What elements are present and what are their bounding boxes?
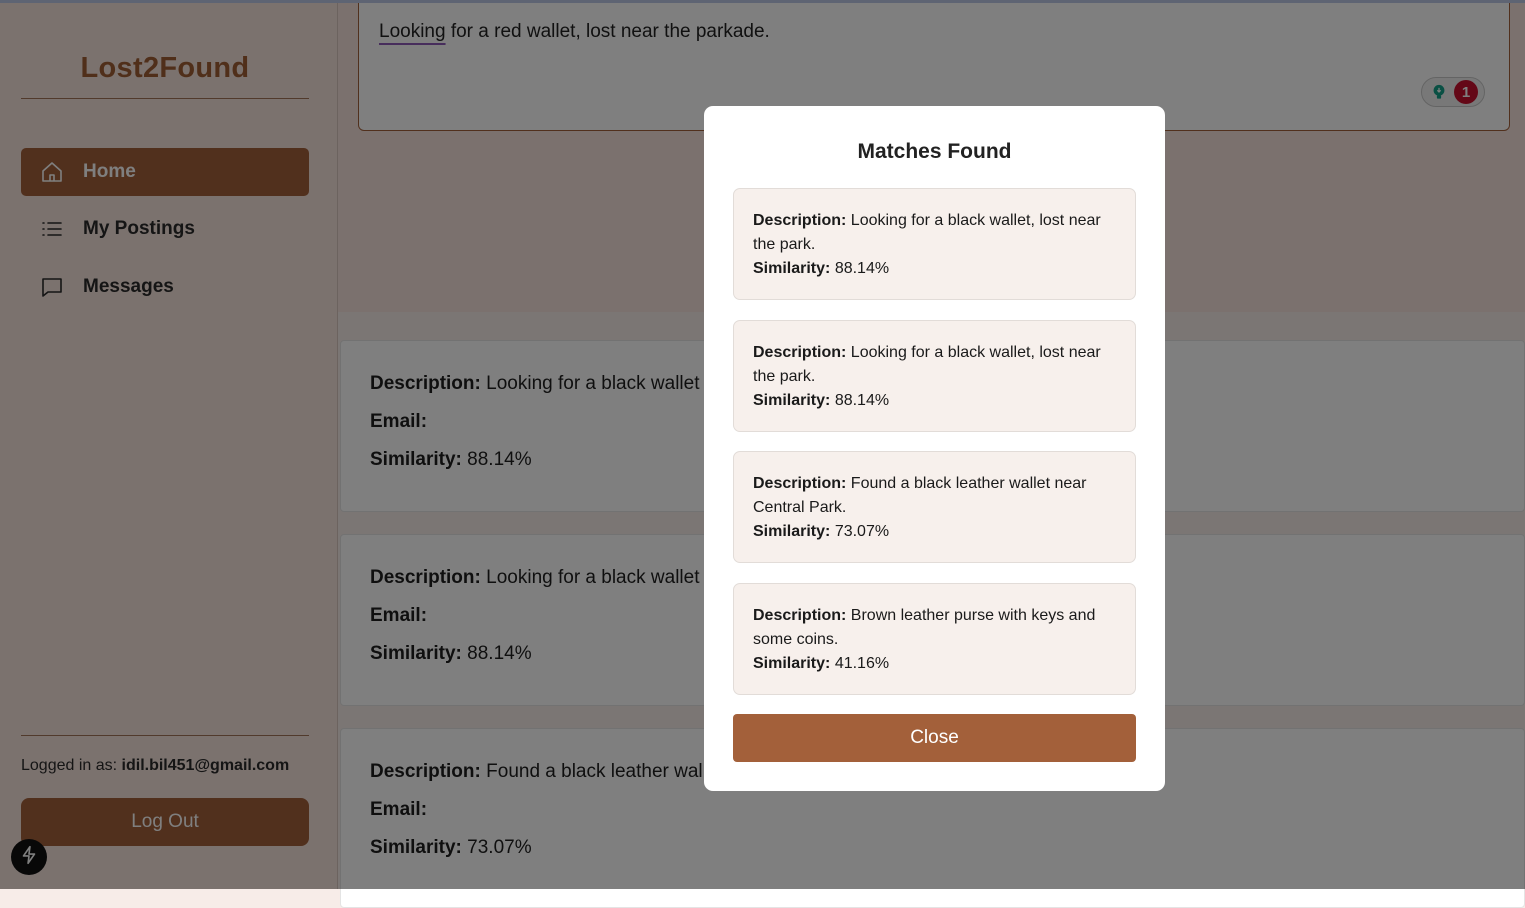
description-label: Description: <box>753 475 847 492</box>
modal-title: Matches Found <box>857 140 1012 163</box>
similarity-value: 41.16% <box>834 655 890 672</box>
description-label: Description: <box>753 344 847 361</box>
match-card: Description: Looking for a black wallet,… <box>733 188 1136 300</box>
similarity-label: Similarity: <box>753 392 831 409</box>
similarity-value: 73.07% <box>834 523 890 540</box>
similarity-label: Similarity: <box>753 523 831 540</box>
description-label: Description: <box>753 607 847 624</box>
close-button[interactable]: Close <box>733 714 1136 762</box>
matches-modal: Matches Found Description: Looking for a… <box>704 106 1165 791</box>
description-label: Description: <box>753 212 847 229</box>
match-card: Description: Found a black leather walle… <box>733 451 1136 563</box>
match-card: Description: Looking for a black wallet,… <box>733 320 1136 432</box>
similarity-label: Similarity: <box>753 655 831 672</box>
match-card: Description: Brown leather purse with ke… <box>733 583 1136 695</box>
similarity-value: 88.14% <box>834 260 890 277</box>
similarity-value: 88.14% <box>834 392 890 409</box>
similarity-label: Similarity: <box>753 260 831 277</box>
window-top-strip <box>0 0 1525 3</box>
